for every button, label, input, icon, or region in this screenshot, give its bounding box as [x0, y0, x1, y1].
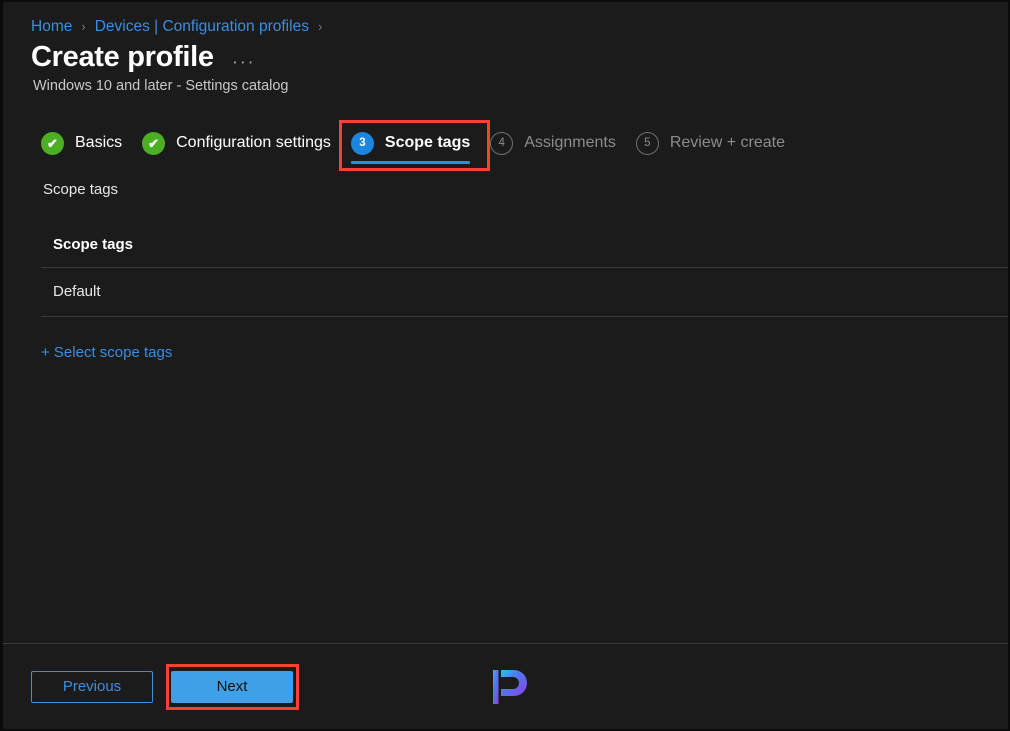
- breadcrumb: Home › Devices | Configuration profiles …: [3, 2, 1008, 36]
- wizard-step-label-review-create: Review + create: [669, 134, 786, 152]
- wizard-footer: Previous Next: [3, 643, 1008, 729]
- scope-tags-panel: Scope tags Scope tags Default + Select s…: [3, 165, 1008, 643]
- wizard-step-review-create[interactable]: 5 Review + create: [630, 126, 799, 165]
- table-row[interactable]: Default: [3, 268, 1008, 316]
- breadcrumb-item-home[interactable]: Home: [31, 18, 72, 36]
- previous-button[interactable]: Previous: [31, 670, 153, 703]
- step-number-badge-4: 4: [490, 131, 514, 155]
- wizard-step-assignments[interactable]: 4 Assignments: [484, 126, 630, 165]
- wizard-step-label-configuration-settings: Configuration settings: [176, 134, 331, 152]
- brand-logo-icon: [488, 665, 532, 709]
- wizard-step-label-basics: Basics: [75, 134, 123, 152]
- wizard-step-configuration-settings[interactable]: ✔ Configuration settings: [136, 126, 345, 165]
- next-button-highlight: Next: [153, 663, 299, 710]
- scope-tags-table: Scope tags Default: [3, 236, 1008, 317]
- check-icon: ✔: [41, 131, 64, 155]
- blade-container: Home › Devices | Configuration profiles …: [0, 0, 1010, 731]
- wizard-step-label-scope-tags: Scope tags: [384, 134, 471, 152]
- table-column-header-scope-tags: Scope tags: [53, 235, 134, 253]
- more-actions-icon[interactable]: ···: [232, 53, 255, 72]
- title-row: Create profile ···: [3, 36, 1008, 74]
- wizard-step-scope-tags[interactable]: 3 Scope tags: [338, 119, 491, 171]
- section-heading: Scope tags: [43, 180, 119, 198]
- active-step-underline: [350, 160, 471, 164]
- table-cell-scope-tag-name: Default: [53, 282, 101, 300]
- next-button[interactable]: Next: [171, 670, 293, 703]
- wizard-step-label-assignments: Assignments: [524, 134, 616, 152]
- page-subtitle: Windows 10 and later - Settings catalog: [33, 77, 289, 94]
- table-divider-bottom: [41, 315, 1008, 317]
- wizard-step-basics[interactable]: ✔ Basics: [35, 126, 136, 165]
- step-number-badge-5: 5: [635, 131, 659, 155]
- wizard-steps: ✔ Basics ✔ Configuration settings 3 Scop…: [3, 94, 1008, 171]
- check-icon-2: ✔: [142, 131, 166, 155]
- breadcrumb-separator-icon-2: ›: [317, 19, 323, 34]
- step-number-badge-3: 3: [350, 131, 374, 155]
- page-title: Create profile: [31, 41, 214, 73]
- breadcrumb-item-devices-configuration-profiles[interactable]: Devices | Configuration profiles: [95, 18, 309, 36]
- select-scope-tags-link[interactable]: + Select scope tags: [41, 344, 172, 361]
- breadcrumb-separator-icon: ›: [81, 19, 86, 34]
